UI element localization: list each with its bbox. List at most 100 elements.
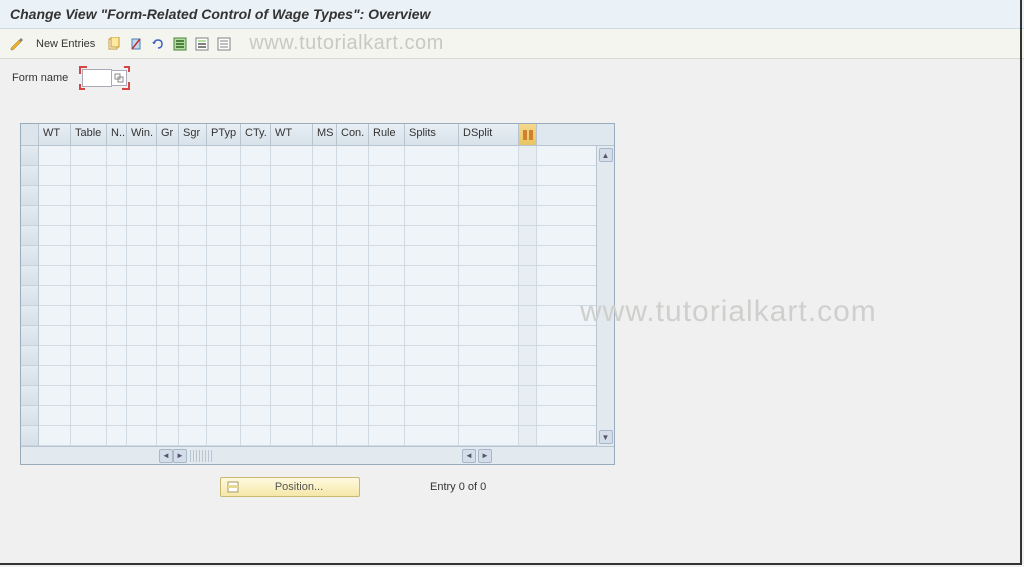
table-cell[interactable] bbox=[157, 366, 179, 385]
table-cell[interactable] bbox=[179, 166, 207, 185]
table-cell[interactable] bbox=[107, 426, 127, 445]
table-cell[interactable] bbox=[337, 206, 369, 225]
table-cell[interactable] bbox=[39, 146, 71, 165]
table-cell[interactable] bbox=[241, 286, 271, 305]
table-cell[interactable] bbox=[157, 306, 179, 325]
table-cell[interactable] bbox=[107, 326, 127, 345]
new-entries-button[interactable]: New Entries bbox=[30, 38, 101, 50]
table-cell[interactable] bbox=[107, 166, 127, 185]
table-cell[interactable] bbox=[369, 326, 405, 345]
table-cell[interactable] bbox=[459, 406, 519, 425]
table-cell[interactable] bbox=[107, 146, 127, 165]
row-selector[interactable] bbox=[21, 406, 39, 426]
table-cell[interactable] bbox=[313, 246, 337, 265]
table-cell[interactable] bbox=[241, 226, 271, 245]
table-cell[interactable] bbox=[179, 246, 207, 265]
row-selector[interactable] bbox=[21, 206, 39, 226]
table-cell[interactable] bbox=[271, 226, 313, 245]
table-cell[interactable] bbox=[157, 286, 179, 305]
column-header[interactable]: DSplit bbox=[459, 124, 519, 145]
scroll-left-icon[interactable]: ◄ bbox=[159, 449, 173, 463]
table-cell[interactable] bbox=[39, 186, 71, 205]
table-cell[interactable] bbox=[39, 366, 71, 385]
table-cell[interactable] bbox=[241, 366, 271, 385]
table-cell[interactable] bbox=[313, 226, 337, 245]
table-cell[interactable] bbox=[271, 386, 313, 405]
table-cell[interactable] bbox=[207, 206, 241, 225]
table-cell[interactable] bbox=[127, 266, 157, 285]
table-cell[interactable] bbox=[337, 346, 369, 365]
table-cell[interactable] bbox=[71, 286, 107, 305]
table-cell[interactable] bbox=[405, 146, 459, 165]
table-cell[interactable] bbox=[313, 206, 337, 225]
select-all-rows[interactable] bbox=[21, 124, 39, 145]
table-cell[interactable] bbox=[369, 266, 405, 285]
table-cell[interactable] bbox=[157, 386, 179, 405]
table-cell[interactable] bbox=[313, 266, 337, 285]
table-cell[interactable] bbox=[179, 306, 207, 325]
table-cell[interactable] bbox=[313, 366, 337, 385]
table-cell[interactable] bbox=[207, 146, 241, 165]
row-selector[interactable] bbox=[21, 326, 39, 346]
table-cell[interactable] bbox=[157, 166, 179, 185]
table-cell[interactable] bbox=[39, 306, 71, 325]
table-cell[interactable] bbox=[207, 386, 241, 405]
table-cell[interactable] bbox=[337, 406, 369, 425]
table-cell[interactable] bbox=[39, 266, 71, 285]
table-cell[interactable] bbox=[127, 206, 157, 225]
scroll-grip-icon[interactable] bbox=[190, 450, 214, 462]
table-cell[interactable] bbox=[157, 426, 179, 445]
table-cell[interactable] bbox=[405, 286, 459, 305]
table-cell[interactable] bbox=[271, 186, 313, 205]
table-cell[interactable] bbox=[71, 246, 107, 265]
table-cell[interactable] bbox=[405, 226, 459, 245]
table-cell[interactable] bbox=[405, 326, 459, 345]
column-header[interactable]: Rule bbox=[369, 124, 405, 145]
table-cell[interactable] bbox=[157, 246, 179, 265]
table-cell[interactable] bbox=[459, 366, 519, 385]
table-cell[interactable] bbox=[241, 386, 271, 405]
table-cell[interactable] bbox=[369, 206, 405, 225]
table-cell[interactable] bbox=[179, 366, 207, 385]
table-cell[interactable] bbox=[369, 366, 405, 385]
table-cell[interactable] bbox=[313, 286, 337, 305]
table-cell[interactable] bbox=[207, 186, 241, 205]
form-name-input[interactable] bbox=[82, 69, 112, 87]
table-cell[interactable] bbox=[459, 386, 519, 405]
table-cell[interactable] bbox=[369, 166, 405, 185]
column-header[interactable]: Gr bbox=[157, 124, 179, 145]
table-cell[interactable] bbox=[337, 386, 369, 405]
table-cell[interactable] bbox=[157, 146, 179, 165]
column-header[interactable]: WT bbox=[39, 124, 71, 145]
table-cell[interactable] bbox=[157, 406, 179, 425]
table-cell[interactable] bbox=[71, 306, 107, 325]
horizontal-scrollbar[interactable]: ◄ ► ◄ ► bbox=[21, 446, 614, 464]
row-selector[interactable] bbox=[21, 266, 39, 286]
row-selector[interactable] bbox=[21, 166, 39, 186]
table-cell[interactable] bbox=[459, 326, 519, 345]
table-cell[interactable] bbox=[405, 306, 459, 325]
table-cell[interactable] bbox=[207, 366, 241, 385]
select-all-icon[interactable] bbox=[171, 35, 189, 53]
table-cell[interactable] bbox=[127, 246, 157, 265]
row-selector[interactable] bbox=[21, 426, 39, 446]
table-cell[interactable] bbox=[71, 146, 107, 165]
scroll-up-icon[interactable]: ▲ bbox=[599, 148, 613, 162]
table-cell[interactable] bbox=[369, 286, 405, 305]
table-cell[interactable] bbox=[337, 226, 369, 245]
table-cell[interactable] bbox=[107, 366, 127, 385]
table-cell[interactable] bbox=[39, 166, 71, 185]
table-cell[interactable] bbox=[127, 426, 157, 445]
table-cell[interactable] bbox=[337, 306, 369, 325]
table-cell[interactable] bbox=[369, 306, 405, 325]
table-cell[interactable] bbox=[241, 406, 271, 425]
table-cell[interactable] bbox=[71, 386, 107, 405]
table-config-icon[interactable] bbox=[519, 124, 537, 145]
table-cell[interactable] bbox=[459, 266, 519, 285]
table-cell[interactable] bbox=[369, 426, 405, 445]
table-cell[interactable] bbox=[405, 186, 459, 205]
table-cell[interactable] bbox=[271, 326, 313, 345]
table-cell[interactable] bbox=[179, 406, 207, 425]
table-cell[interactable] bbox=[337, 146, 369, 165]
table-cell[interactable] bbox=[157, 266, 179, 285]
